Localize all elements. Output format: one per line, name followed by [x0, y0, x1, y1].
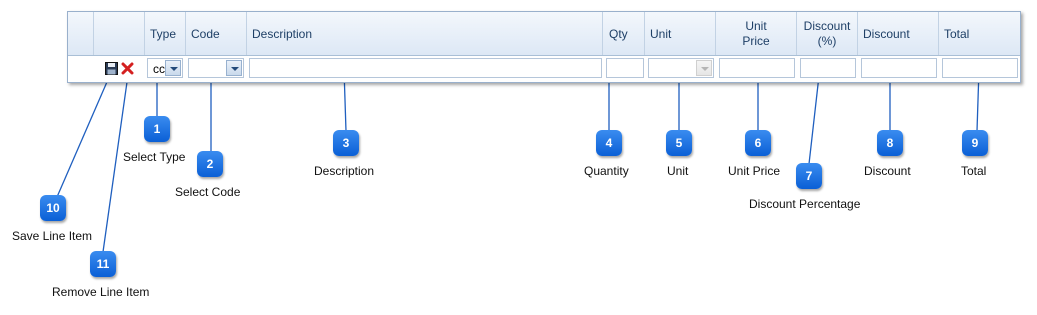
callout-badge-7: 7	[796, 163, 822, 189]
header-col-type[interactable]: Type	[145, 12, 186, 55]
chevron-down-icon[interactable]	[226, 60, 242, 76]
callout-badge-9: 9	[962, 130, 988, 156]
type-select-value: cc	[153, 62, 165, 76]
qty-input[interactable]	[606, 58, 644, 78]
discount-input[interactable]	[861, 58, 937, 78]
callout-badge-6: 6	[745, 130, 771, 156]
callout-badge-10: 10	[40, 195, 66, 221]
callout-label-9: Total	[961, 164, 987, 178]
callout-label-8: Discount	[864, 164, 911, 178]
header-col-description[interactable]: Description	[247, 12, 603, 55]
callout-label-11: Remove Line Item	[52, 285, 150, 299]
table-row: cc	[68, 56, 1020, 81]
callout-badge-2: 2	[197, 151, 223, 177]
callout-label-2: Select Code	[175, 185, 241, 199]
grid-header: Type Code Description Qty Unit Unit Pric…	[68, 12, 1020, 56]
chevron-down-icon[interactable]	[165, 60, 181, 76]
header-col-discount-percent[interactable]: Discount (%)	[797, 12, 858, 55]
callout-label-10: Save Line Item	[12, 229, 93, 243]
save-disk-icon[interactable]	[105, 62, 118, 75]
code-select[interactable]	[188, 58, 244, 78]
header-col-actions	[94, 12, 145, 55]
callout-badge-11: 11	[90, 251, 116, 277]
header-col-total[interactable]: Total	[939, 12, 1020, 55]
description-input[interactable]	[249, 58, 602, 78]
callout-label-4: Quantity	[584, 164, 629, 178]
callout-label-3: Description	[314, 164, 375, 178]
header-col-discount[interactable]: Discount	[858, 12, 939, 55]
callout-badge-4: 4	[596, 130, 622, 156]
callout-label-1: Select Type	[123, 150, 186, 164]
header-col-unit-price[interactable]: Unit Price	[716, 12, 797, 55]
callout-label-7: Discount Percentage	[749, 197, 861, 211]
discount-percent-input[interactable]	[800, 58, 856, 78]
chevron-down-icon[interactable]	[696, 60, 712, 76]
callout-label-6: Unit Price	[728, 164, 781, 178]
header-col-qty[interactable]: Qty	[603, 12, 645, 55]
header-col-unit[interactable]: Unit	[645, 12, 716, 55]
type-select[interactable]: cc	[147, 58, 183, 78]
callout-label-5: Unit	[667, 164, 689, 178]
callout-badge-1: 1	[144, 116, 170, 142]
unit-select[interactable]	[648, 58, 714, 78]
unit-price-input[interactable]	[719, 58, 795, 78]
red-x-icon[interactable]	[121, 62, 134, 75]
header-col-blank-1	[68, 12, 94, 55]
line-items-grid: Type Code Description Qty Unit Unit Pric…	[67, 11, 1021, 83]
callout-badge-8: 8	[877, 130, 903, 156]
callout-badge-5: 5	[666, 130, 692, 156]
header-col-code[interactable]: Code	[186, 12, 247, 55]
total-input[interactable]	[942, 58, 1018, 78]
callout-badge-3: 3	[333, 130, 359, 156]
